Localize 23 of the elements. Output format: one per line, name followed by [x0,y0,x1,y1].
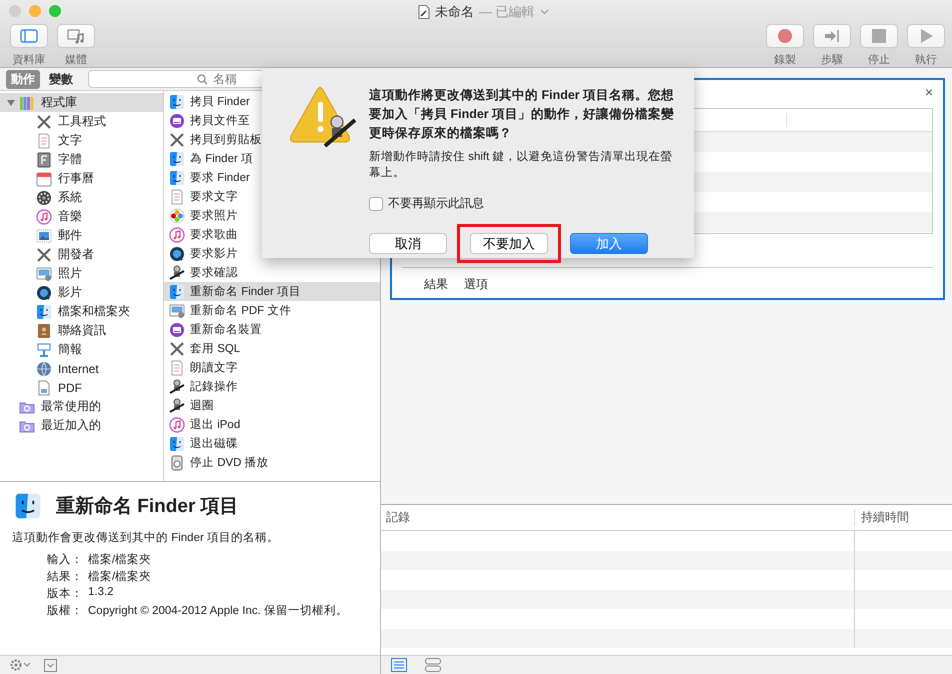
toolbar-label: 停止 [868,53,890,67]
action-title: 重新命名 Finder 項目 [56,494,239,519]
property-value: 檔案/檔案夾 [88,552,152,567]
toolbar-label: 執行 [915,53,937,67]
window-title: 未命名 [435,3,474,21]
alert-message: 這項動作將更改傳送到其中的 Finder 項目名稱。您想要加入「拷貝 Finder 項目」的動作，好讓備份檔案變更時保存原來的檔案嗎？ [369,87,676,142]
property-value: 1.3.2 [88,586,115,600]
edited-status: — 已編輯 [479,3,535,21]
property-label: 版權： [47,604,84,618]
toolbar-label: 媒體 [65,53,87,67]
property-label: 版本： [47,586,84,601]
alert-note: 新增動作時請按住 shift 鍵，以避免這份警告清單出現在螢幕上。 [369,149,674,181]
action-description: 這項動作會更改傳送到其中的 Finder 項目的名稱。 [12,530,280,545]
property-value: Copyright © 2004-2012 Apple Inc. 保留一切權利。 [88,604,348,618]
toolbar-label: 資料庫 [12,52,46,67]
property-label: 輸入： [47,552,84,567]
toolbar-label: 錄製 [774,53,796,67]
checkbox-label: 不要再顯示此訊息 [388,195,484,212]
property-value: 檔案/檔案夾 [88,569,152,584]
column-header: 持續時間 [854,509,909,526]
column-header: 記錄 [385,509,411,526]
property-label: 結果： [47,570,84,584]
toolbar-label: 步驟 [821,53,843,67]
